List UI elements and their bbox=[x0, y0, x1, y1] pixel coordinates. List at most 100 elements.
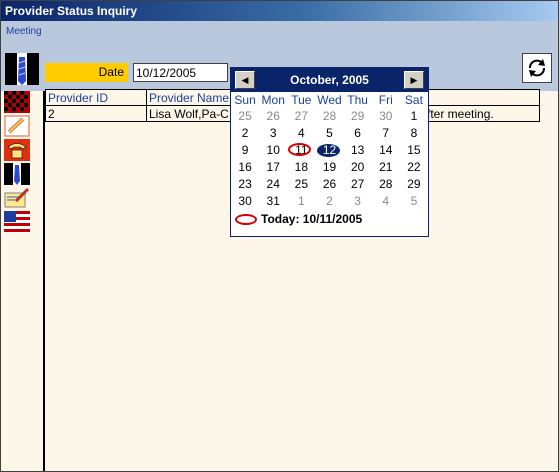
calendar-day-number: 1 bbox=[410, 109, 418, 123]
calendar-day-number: 13 bbox=[350, 143, 365, 157]
calendar-day-number: 31 bbox=[266, 194, 280, 208]
calendar-day[interactable]: 11 bbox=[287, 142, 315, 159]
today-label: Today: 10/11/2005 bbox=[261, 212, 363, 226]
calendar-day-number: 19 bbox=[322, 160, 337, 174]
refresh-button[interactable] bbox=[522, 53, 552, 83]
calendar-day[interactable]: 1 bbox=[400, 108, 428, 125]
weekday-mon: Mon bbox=[261, 93, 285, 107]
weekday-fri: Fri bbox=[378, 93, 393, 107]
cell-provider-id[interactable]: 2 bbox=[45, 105, 147, 122]
calendar-day-number: 30 bbox=[379, 109, 393, 123]
calendar-day[interactable]: 30 bbox=[372, 108, 400, 125]
calendar-day[interactable]: 29 bbox=[400, 176, 428, 193]
calendar-day[interactable]: 7 bbox=[372, 125, 400, 142]
calendar-days: 25 26 27 28 29 30 1 2 3 4 5 6 7 8 9 10 11 12 13 14 15 16 17 18 1… bbox=[231, 108, 428, 210]
calendar-day[interactable]: 30 bbox=[231, 193, 259, 210]
calendar-day[interactable]: 3 bbox=[259, 125, 287, 142]
pencil-note-icon[interactable] bbox=[4, 115, 30, 137]
calendar-day-number: 4 bbox=[382, 194, 390, 208]
us-flag-icon[interactable] bbox=[4, 211, 30, 233]
calendar-day-number: 25 bbox=[238, 109, 252, 123]
next-month-button[interactable]: ▶ bbox=[404, 71, 424, 89]
calendar-day[interactable]: 29 bbox=[344, 108, 372, 125]
window-title: Provider Status Inquiry bbox=[1, 1, 558, 21]
calendar-day-number: 29 bbox=[350, 109, 365, 123]
calendar-day-number: 17 bbox=[266, 160, 280, 174]
calendar-day[interactable]: 25 bbox=[231, 108, 259, 125]
calendar-day-number: 10 bbox=[266, 143, 280, 157]
calendar-day[interactable]: 1 bbox=[287, 193, 315, 210]
calendar-day-number: 23 bbox=[238, 177, 252, 191]
calendar-day[interactable]: 19 bbox=[315, 159, 343, 176]
calendar-day[interactable]: 25 bbox=[287, 176, 315, 193]
calendar-day[interactable]: 24 bbox=[259, 176, 287, 193]
weekday-thu: Thu bbox=[347, 93, 368, 107]
calendar-day[interactable]: 12 bbox=[315, 142, 343, 159]
calendar-day-number: 14 bbox=[379, 143, 393, 157]
calendar-day[interactable]: 28 bbox=[372, 176, 400, 193]
calendar-day[interactable]: 17 bbox=[259, 159, 287, 176]
left-icon-bar bbox=[1, 91, 45, 471]
provider-tie-icon[interactable] bbox=[5, 53, 39, 85]
calendar-header: ◀ October, 2005 ▶ bbox=[231, 68, 428, 92]
calendar-day[interactable]: 13 bbox=[344, 142, 372, 159]
checkered-flag-icon[interactable] bbox=[4, 91, 30, 113]
calendar-day[interactable]: 3 bbox=[344, 193, 372, 210]
telephone-icon[interactable] bbox=[4, 139, 30, 161]
calendar-day[interactable]: 14 bbox=[372, 142, 400, 159]
calendar-day[interactable]: 26 bbox=[259, 108, 287, 125]
calendar-day[interactable]: 5 bbox=[315, 125, 343, 142]
calendar-day[interactable]: 20 bbox=[344, 159, 372, 176]
calendar-day[interactable]: 23 bbox=[231, 176, 259, 193]
calendar-day-number: 16 bbox=[238, 160, 252, 174]
calendar-day[interactable]: 4 bbox=[287, 125, 315, 142]
calendar-day[interactable]: 28 bbox=[315, 108, 343, 125]
calendar-day-number: 3 bbox=[269, 126, 277, 140]
calendar-day[interactable]: 27 bbox=[287, 108, 315, 125]
tie-icon[interactable] bbox=[4, 163, 30, 185]
calendar-day-number: 15 bbox=[407, 143, 421, 157]
calendar-day[interactable]: 9 bbox=[231, 142, 259, 159]
weekday-header: Sun Mon Tue Wed Thu Fri Sat bbox=[231, 92, 428, 108]
calendar-day[interactable]: 15 bbox=[400, 142, 428, 159]
calendar-day[interactable]: 2 bbox=[315, 193, 343, 210]
calendar-day[interactable]: 6 bbox=[344, 125, 372, 142]
calendar-day-number: 2 bbox=[241, 126, 249, 140]
weekday-wed: Wed bbox=[317, 93, 342, 107]
calendar-day[interactable]: 5 bbox=[400, 193, 428, 210]
weekday-sat: Sat bbox=[404, 93, 423, 107]
calendar-day-number: 21 bbox=[379, 160, 393, 174]
calendar-day[interactable]: 10 bbox=[259, 142, 287, 159]
calendar-day[interactable]: 22 bbox=[400, 159, 428, 176]
calendar-day-number: 8 bbox=[410, 126, 418, 140]
calendar-day[interactable]: 18 bbox=[287, 159, 315, 176]
row-note-text: fter meeting. bbox=[427, 106, 494, 121]
calendar-month-label: October, 2005 bbox=[290, 73, 369, 87]
calendar-day[interactable]: 31 bbox=[259, 193, 287, 210]
weekday-sun: Sun bbox=[234, 93, 256, 107]
calendar-day-number: 22 bbox=[407, 160, 421, 174]
calendar-day-number: 30 bbox=[238, 194, 252, 208]
calendar-day-number: 24 bbox=[266, 177, 280, 191]
column-header-provider-id[interactable]: Provider ID bbox=[45, 89, 147, 106]
meeting-menu[interactable]: Meeting bbox=[6, 26, 42, 37]
calendar-day-number: 27 bbox=[350, 177, 365, 191]
calendar-day[interactable]: 4 bbox=[372, 193, 400, 210]
calendar-day-number: 5 bbox=[326, 126, 333, 140]
calendar-day[interactable]: 2 bbox=[231, 125, 259, 142]
calendar-day-number: 27 bbox=[294, 109, 309, 123]
date-field[interactable] bbox=[133, 63, 228, 82]
triangle-right-icon: ▶ bbox=[410, 74, 418, 85]
prev-month-button[interactable]: ◀ bbox=[235, 71, 255, 89]
calendar-day-number: 29 bbox=[407, 177, 421, 191]
today-oval-icon bbox=[235, 213, 257, 225]
calendar-day[interactable]: 26 bbox=[315, 176, 343, 193]
calendar-day[interactable]: 21 bbox=[372, 159, 400, 176]
calendar-day-number: 5 bbox=[410, 194, 418, 208]
calendar-day[interactable]: 27 bbox=[344, 176, 372, 193]
calendar-day[interactable]: 8 bbox=[400, 125, 428, 142]
card-pencil-icon[interactable] bbox=[4, 187, 30, 209]
calendar-day-number: 3 bbox=[354, 194, 361, 208]
calendar-day[interactable]: 16 bbox=[231, 159, 259, 176]
today-link[interactable]: Today: 10/11/2005 bbox=[231, 210, 428, 228]
